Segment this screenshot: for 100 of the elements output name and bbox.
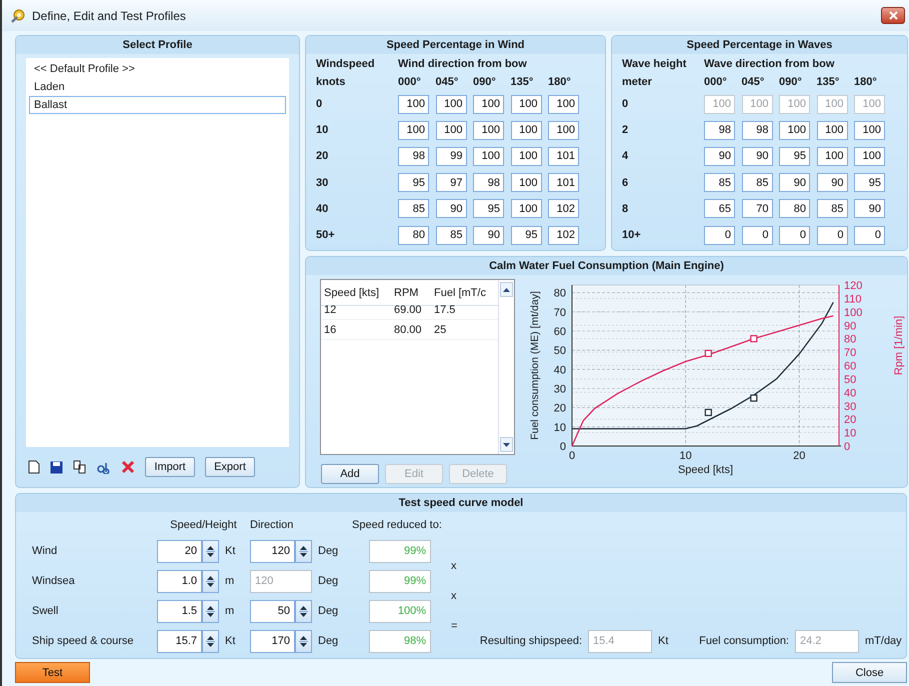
new-document-icon[interactable] bbox=[28, 460, 40, 474]
percent-field[interactable]: 100 bbox=[854, 146, 885, 166]
percent-field[interactable]: 80 bbox=[398, 226, 429, 245]
panel-title: Test speed curve model bbox=[16, 494, 906, 512]
column-header: Speed reduced to: bbox=[352, 519, 442, 531]
percent-field[interactable]: 0 bbox=[742, 226, 772, 245]
number-field[interactable]: 50 bbox=[250, 600, 295, 622]
close-button[interactable] bbox=[881, 7, 905, 24]
toolbar-button[interactable]: Export bbox=[205, 457, 255, 477]
percent-field[interactable]: 101 bbox=[548, 146, 579, 166]
percent-field[interactable]: 85 bbox=[436, 226, 466, 245]
tick-label: 20 bbox=[554, 402, 566, 415]
percent-field[interactable]: 100 bbox=[548, 94, 579, 114]
percent-field[interactable]: 95 bbox=[510, 226, 542, 245]
percent-field[interactable]: 101 bbox=[548, 173, 579, 192]
percent-field[interactable]: 98 bbox=[704, 120, 735, 140]
save-icon[interactable] bbox=[50, 460, 63, 474]
panel-title: Calm Water Fuel Consumption (Main Engine) bbox=[306, 257, 907, 275]
percent-field[interactable]: 85 bbox=[398, 199, 429, 218]
percent-field[interactable]: 97 bbox=[436, 173, 466, 192]
operator-sign: x bbox=[450, 590, 456, 602]
percent-field[interactable]: 100 bbox=[398, 120, 429, 140]
field-label: Fuel consumption: bbox=[698, 635, 790, 647]
tick-label: 70 bbox=[554, 306, 566, 319]
spin-stepper[interactable] bbox=[295, 540, 312, 562]
percent-field[interactable]: 100 bbox=[854, 120, 885, 140]
percent-field[interactable]: 70 bbox=[742, 199, 772, 218]
percent-field[interactable]: 100 bbox=[510, 94, 542, 114]
number-field[interactable]: 120 bbox=[250, 540, 295, 562]
percent-field[interactable]: 95 bbox=[779, 146, 810, 166]
percent-field[interactable]: 102 bbox=[548, 226, 579, 245]
percent-field[interactable]: 85 bbox=[742, 173, 772, 192]
percent-field[interactable]: 100 bbox=[510, 199, 542, 218]
percent-field[interactable]: 100 bbox=[510, 173, 542, 192]
spin-stepper[interactable] bbox=[202, 570, 219, 592]
test-button[interactable]: Test bbox=[15, 662, 90, 683]
percent-field[interactable]: 95 bbox=[854, 173, 885, 192]
profile-item[interactable]: Ballast bbox=[29, 96, 286, 114]
number-field[interactable]: 1.5 bbox=[157, 600, 202, 622]
tick-label: 100 bbox=[844, 306, 862, 319]
percent-field[interactable]: 85 bbox=[704, 173, 735, 192]
percent-field[interactable]: 90 bbox=[436, 199, 466, 218]
column-header: 000° bbox=[704, 76, 728, 88]
number-field[interactable]: 1.0 bbox=[157, 570, 202, 592]
percent-field[interactable]: 90 bbox=[704, 146, 735, 166]
spin-stepper[interactable] bbox=[202, 630, 219, 652]
profile-item[interactable]: << Default Profile >> bbox=[29, 60, 286, 78]
percent-field[interactable]: 90 bbox=[816, 173, 848, 192]
percent-field[interactable]: 100 bbox=[548, 120, 579, 140]
percent-field[interactable]: 100 bbox=[436, 94, 466, 114]
table-button[interactable]: Add bbox=[321, 464, 379, 484]
number-field[interactable]: 15.7 bbox=[157, 630, 202, 652]
percent-field[interactable]: 98 bbox=[742, 120, 772, 140]
number-field[interactable]: 20 bbox=[157, 540, 202, 562]
percent-field[interactable]: 100 bbox=[816, 146, 848, 166]
percent-field[interactable]: 0 bbox=[779, 226, 810, 245]
percent-field[interactable]: 0 bbox=[704, 226, 735, 245]
percent-field[interactable]: 100 bbox=[816, 120, 848, 140]
copy-icon[interactable] bbox=[73, 460, 87, 474]
percent-field[interactable]: 0 bbox=[854, 226, 885, 245]
percent-field[interactable]: 90 bbox=[779, 173, 810, 192]
percent-field[interactable]: 95 bbox=[473, 199, 504, 218]
percent-field[interactable]: 85 bbox=[816, 199, 848, 218]
percent-field[interactable]: 99 bbox=[436, 146, 466, 166]
percent-field[interactable]: 100 bbox=[398, 94, 429, 114]
close-button[interactable]: Close bbox=[832, 662, 907, 683]
percent-field[interactable]: 98 bbox=[398, 146, 429, 166]
percent-field[interactable]: 90 bbox=[473, 226, 504, 245]
spin-stepper[interactable] bbox=[202, 600, 219, 622]
percent-field[interactable]: 100 bbox=[510, 120, 542, 140]
percent-field[interactable]: 102 bbox=[548, 199, 579, 218]
tick-label: 50 bbox=[554, 345, 566, 358]
result-field: 24.2 bbox=[795, 630, 859, 652]
spin-stepper[interactable] bbox=[295, 630, 312, 652]
percent-field[interactable]: 100 bbox=[436, 120, 466, 140]
caret-up-icon bbox=[503, 288, 510, 292]
percent-field[interactable]: 80 bbox=[779, 199, 810, 218]
scroll-down-button[interactable] bbox=[500, 437, 513, 452]
delete-icon[interactable] bbox=[121, 460, 135, 474]
spin-stepper[interactable] bbox=[295, 600, 312, 622]
toolbar-button[interactable]: Import bbox=[145, 457, 195, 477]
percent-field[interactable]: 65 bbox=[704, 199, 735, 218]
panel-title: Speed Percentage in Waves bbox=[612, 36, 907, 54]
tick-label: 70 bbox=[844, 347, 856, 360]
percent-field[interactable]: 100 bbox=[510, 146, 542, 166]
percent-field[interactable]: 90 bbox=[742, 146, 772, 166]
percent-field[interactable]: 0 bbox=[816, 226, 848, 245]
percent-field[interactable]: 100 bbox=[473, 146, 504, 166]
scroll-up-button[interactable] bbox=[500, 282, 513, 297]
tick-label: 80 bbox=[554, 288, 566, 300]
percent-field[interactable]: 100 bbox=[779, 120, 810, 140]
spin-stepper[interactable] bbox=[202, 540, 219, 562]
number-field[interactable]: 170 bbox=[250, 630, 295, 652]
percent-field[interactable]: 95 bbox=[398, 173, 429, 192]
profile-item[interactable]: Laden bbox=[29, 78, 286, 96]
percent-field[interactable]: 100 bbox=[473, 120, 504, 140]
axis-title: Rpm [1/min] bbox=[893, 316, 905, 376]
percent-field[interactable]: 100 bbox=[473, 94, 504, 114]
percent-field[interactable]: 90 bbox=[854, 199, 885, 218]
percent-field[interactable]: 98 bbox=[473, 173, 504, 192]
